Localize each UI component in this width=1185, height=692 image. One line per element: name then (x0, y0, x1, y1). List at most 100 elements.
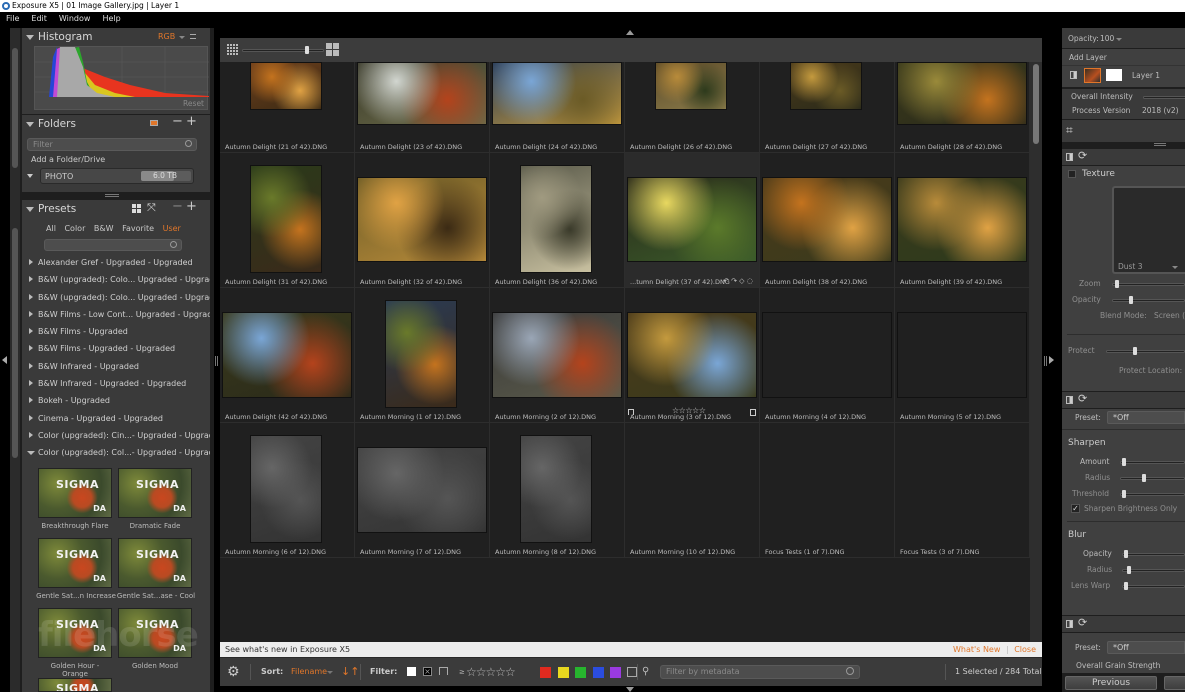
texture-opacity-slider[interactable] (1112, 296, 1185, 304)
photo-thumbnail[interactable] (250, 165, 322, 273)
previous-button[interactable]: Previous (1065, 676, 1157, 690)
layer-visibility-icon[interactable] (1070, 71, 1077, 79)
preset-group[interactable]: B&W Infrared - Upgraded (22, 358, 210, 375)
slider-knob[interactable] (1124, 550, 1128, 558)
add-layer-button[interactable]: Add Layer (1069, 53, 1107, 62)
preset-group[interactable]: Alexander Gref - Upgraded - Upgraded (22, 254, 210, 271)
photo-thumbnail[interactable] (520, 435, 592, 543)
thumbnail-cell[interactable]: Focus Tests (1 of 7).DNG (760, 423, 895, 558)
preset-thumbnail[interactable]: SIGMA DA (118, 538, 192, 588)
rotate-edit-icons[interactable]: ↶ ↷ ◇ ◌ (723, 275, 753, 287)
preset-group[interactable]: Cinema - Upgraded - Upgraded (22, 410, 210, 427)
color-label-icon[interactable] (750, 409, 756, 416)
thumbnail-cell[interactable]: Autumn Delight (42 of 42).DNG (220, 288, 355, 423)
panel-toggle-icon[interactable] (1066, 620, 1073, 628)
color-filter-purple[interactable] (610, 667, 621, 678)
preset-thumbnail[interactable]: SIGMA DA (38, 538, 112, 588)
photo-thumbnail[interactable] (655, 62, 727, 110)
remove-folder-button[interactable]: − (172, 113, 183, 131)
thumbnail-cell[interactable]: Autumn Morning (4 of 12).DNG (760, 288, 895, 423)
layer-name[interactable]: Layer 1 (1132, 71, 1160, 80)
blur-opacity-slider[interactable] (1122, 550, 1185, 558)
import-folder-icon[interactable] (150, 120, 158, 126)
preset-group[interactable]: B&W Films - Upgraded - Upgraded (22, 340, 210, 357)
preset-group[interactable]: B&W Films - Upgraded (22, 323, 210, 340)
preset-thumbnail[interactable]: SIGMA DA (118, 468, 192, 518)
preset-group-expanded[interactable]: Color (upgraded): Col...- Upgraded - Upg… (22, 444, 210, 461)
preset-group[interactable]: B&W (upgraded): Colo... Upgraded - Upgra… (22, 271, 210, 288)
slider-knob[interactable] (1133, 347, 1137, 355)
thumbnail-cell[interactable]: Autumn Delight (36 of 42).DNG (490, 153, 625, 288)
slider-knob[interactable] (1124, 582, 1128, 590)
texture-zoom-slider[interactable] (1112, 280, 1185, 288)
flag-rejected-filter-icon[interactable]: × (423, 667, 432, 676)
menu-file[interactable]: File (6, 14, 19, 23)
preset-thumbnail[interactable]: SIGMA (38, 678, 112, 692)
photo-thumbnail[interactable] (627, 177, 757, 262)
layer-opacity-value[interactable]: 100 (1100, 34, 1114, 43)
color-filter-red[interactable] (540, 667, 551, 678)
histogram-reset-button[interactable]: Reset (183, 99, 204, 108)
blur-radius-slider[interactable] (1122, 566, 1185, 574)
slider-knob[interactable] (1127, 566, 1131, 574)
panel-resize-handle[interactable] (1154, 143, 1166, 146)
slider-knob[interactable] (1122, 458, 1126, 466)
sharpen-brightness-checkbox[interactable]: ✓ (1071, 504, 1080, 513)
thumbnail-cell-selected[interactable]: ...tumn Delight (37 of 42).DNG ↶ ↷ ◇ ◌ (625, 153, 760, 288)
preset-tab-bw[interactable]: B&W (94, 224, 114, 233)
preset-thumbnail[interactable]: SIGMA DA (38, 468, 112, 518)
slider-knob[interactable] (1129, 296, 1133, 304)
blend-mode-select[interactable]: Screen (B (1154, 311, 1185, 320)
sharpen-threshold-slider[interactable] (1120, 490, 1185, 498)
thumbnail-cell[interactable]: Autumn Delight (21 of 42).DNG (220, 62, 355, 153)
texture-picker[interactable]: Dust 3 (1112, 186, 1185, 274)
thumbnail-cell[interactable]: Autumn Morning (2 of 12).DNG (490, 288, 625, 423)
scrollbar-thumb[interactable] (1033, 64, 1039, 144)
collapse-left-panel-icon[interactable] (2, 356, 7, 364)
photo-thumbnail[interactable] (357, 62, 487, 125)
left-scrollbar[interactable] (10, 28, 20, 692)
thumbnail-cell[interactable]: Autumn Delight (32 of 42).DNG (355, 153, 490, 288)
rating-filter-stars[interactable]: ☆☆☆☆☆ (466, 658, 516, 686)
preset-group[interactable]: B&W (upgraded): Colo... Upgraded - Upgra… (22, 289, 210, 306)
thumbnail-cell[interactable]: Autumn Morning (6 of 12).DNG (220, 423, 355, 558)
photo-thumbnail[interactable] (897, 177, 1027, 262)
next-button[interactable] (1164, 676, 1185, 690)
thumbnail-cell[interactable]: Autumn Morning (3 of 12).DNG (625, 288, 760, 423)
preset-group[interactable]: B&W Films - Low Cont... Upgraded - Upgra… (22, 306, 210, 323)
flag-picked-filter-icon[interactable] (407, 667, 416, 676)
expand-drive-icon[interactable] (27, 174, 33, 178)
flag-unflagged-filter-icon[interactable] (439, 667, 448, 675)
menu-help[interactable]: Help (102, 14, 120, 23)
remove-preset-button[interactable]: − (172, 198, 183, 216)
thumbnail-cell[interactable]: Autumn Delight (26 of 42).DNG (625, 62, 760, 153)
preset-group[interactable]: Bokeh - Upgraded (22, 392, 210, 409)
lens-warp-slider[interactable] (1122, 582, 1185, 590)
preset-group[interactable]: Color (upgraded): Cin...- Upgraded - Upg… (22, 427, 210, 444)
thumbnail-cell[interactable]: Autumn Delight (27 of 42).DNG (760, 62, 895, 153)
grid-scrollbar[interactable] (1030, 62, 1042, 642)
preset-group[interactable]: B&W Infrared - Upgraded - Upgraded (22, 375, 210, 392)
add-folder-drive-link[interactable]: Add a Folder/Drive (31, 155, 105, 164)
presets-header[interactable]: Presets ⤧ − + (22, 198, 210, 218)
close-banner-link[interactable]: Close (1014, 645, 1036, 654)
presets-search-input[interactable] (44, 239, 182, 251)
histogram-channel-select[interactable]: RGB (158, 28, 175, 46)
panel-resize-handle[interactable] (105, 194, 119, 197)
photo-thumbnail[interactable] (222, 312, 352, 398)
color-filter-none[interactable] (627, 667, 637, 677)
thumbnail-cell[interactable]: Autumn Delight (23 of 42).DNG (355, 62, 490, 153)
photo-thumbnail[interactable] (250, 62, 322, 110)
layer-thumbnail[interactable] (1084, 68, 1101, 83)
photo-thumbnail[interactable] (250, 435, 322, 543)
thumbnail-cell[interactable]: Autumn Morning (1 of 12).DNG (355, 288, 490, 423)
photo-thumbnail[interactable] (762, 312, 892, 398)
sort-select[interactable]: Filename (291, 658, 327, 686)
slider-knob[interactable] (1122, 490, 1126, 498)
texture-enable-checkbox[interactable] (1068, 170, 1076, 178)
menu-icon[interactable] (190, 34, 196, 39)
photo-thumbnail[interactable] (520, 165, 592, 273)
menu-edit[interactable]: Edit (31, 14, 47, 23)
grain-preset-select[interactable]: *Off (1107, 641, 1185, 654)
photo-thumbnail[interactable] (762, 177, 892, 262)
